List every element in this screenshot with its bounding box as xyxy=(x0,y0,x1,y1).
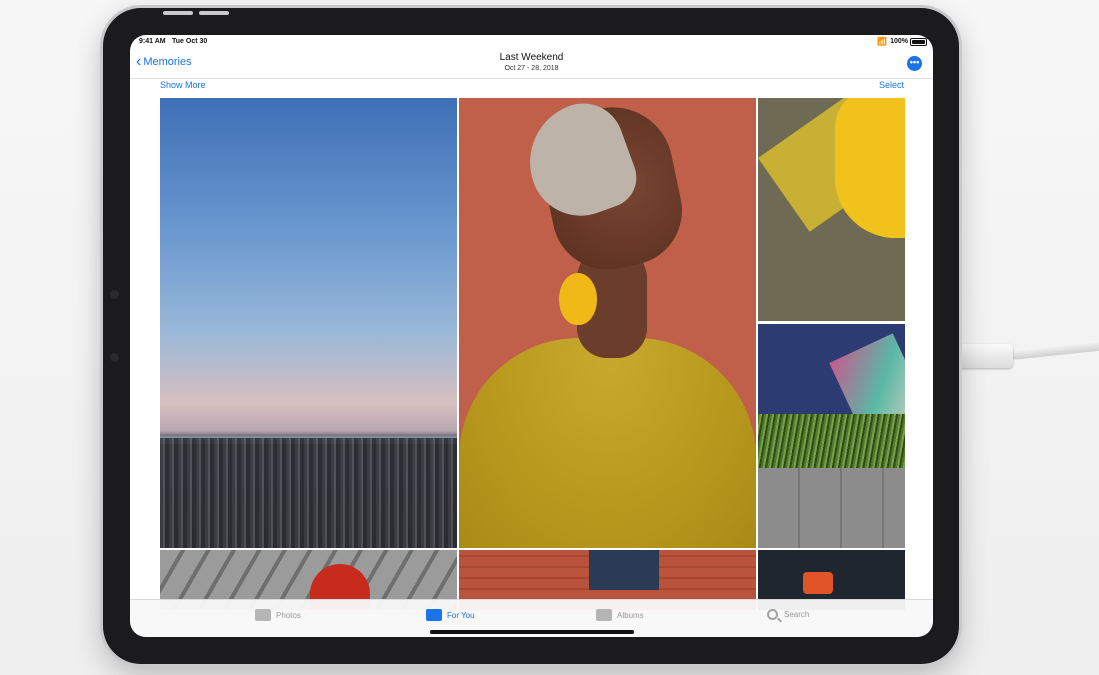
status-time: 9:41 AM xyxy=(139,38,166,45)
volume-button xyxy=(199,11,229,15)
photo-detail xyxy=(459,338,756,548)
photo-detail xyxy=(160,438,457,548)
photo-tile[interactable] xyxy=(160,98,457,548)
tab-photos[interactable]: Photos xyxy=(255,609,301,621)
wifi-icon: 📶 xyxy=(877,37,887,46)
search-icon xyxy=(767,609,778,620)
tab-label: Search xyxy=(784,610,810,619)
battery-percent: 100% xyxy=(890,38,908,45)
page-subtitle: Oct 27 - 28, 2018 xyxy=(504,65,559,72)
stage: 9:41 AM Tue Oct 30 📶 100% ‹ Memories Las… xyxy=(0,0,1099,675)
photo-tile[interactable] xyxy=(758,98,905,321)
cable-plug xyxy=(955,344,1013,368)
photo-tile[interactable] xyxy=(459,98,756,548)
magnetic-connector xyxy=(110,353,119,362)
home-indicator[interactable] xyxy=(430,630,634,634)
tab-bar: Photos For You Albums Search xyxy=(130,599,933,637)
ellipsis-icon[interactable]: ••• xyxy=(907,56,922,71)
status-bar: 9:41 AM Tue Oct 30 📶 100% xyxy=(130,35,933,49)
show-more-button[interactable]: Show More xyxy=(160,80,206,90)
photo-tile[interactable] xyxy=(758,324,905,548)
select-button[interactable]: Select xyxy=(879,80,904,90)
for-you-icon xyxy=(426,609,442,621)
nav-bar: ‹ Memories Last Weekend Oct 27 - 28, 201… xyxy=(130,49,933,79)
photo-detail xyxy=(803,572,833,594)
screen: 9:41 AM Tue Oct 30 📶 100% ‹ Memories Las… xyxy=(130,35,933,637)
albums-icon xyxy=(596,609,612,621)
photo-detail xyxy=(758,414,905,474)
tab-search[interactable]: Search xyxy=(767,609,809,620)
cable-wire xyxy=(1010,339,1099,360)
status-date: Tue Oct 30 xyxy=(172,38,208,45)
tab-label: Albums xyxy=(617,610,644,620)
battery-icon xyxy=(910,38,927,46)
magnetic-connector xyxy=(110,290,119,299)
photos-icon xyxy=(255,609,271,621)
usb-c-cable xyxy=(955,338,1099,378)
photo-detail xyxy=(835,98,905,238)
photo-detail xyxy=(559,273,597,325)
ipad-device: 9:41 AM Tue Oct 30 📶 100% ‹ Memories Las… xyxy=(103,8,959,664)
tab-for-you[interactable]: For You xyxy=(426,609,475,621)
tab-albums[interactable]: Albums xyxy=(596,609,644,621)
tab-label: Photos xyxy=(276,610,301,620)
photo-detail xyxy=(758,468,905,548)
tab-label: For You xyxy=(447,610,475,620)
photo-detail xyxy=(589,550,659,590)
volume-button xyxy=(163,11,193,15)
page-title: Last Weekend xyxy=(499,52,564,63)
